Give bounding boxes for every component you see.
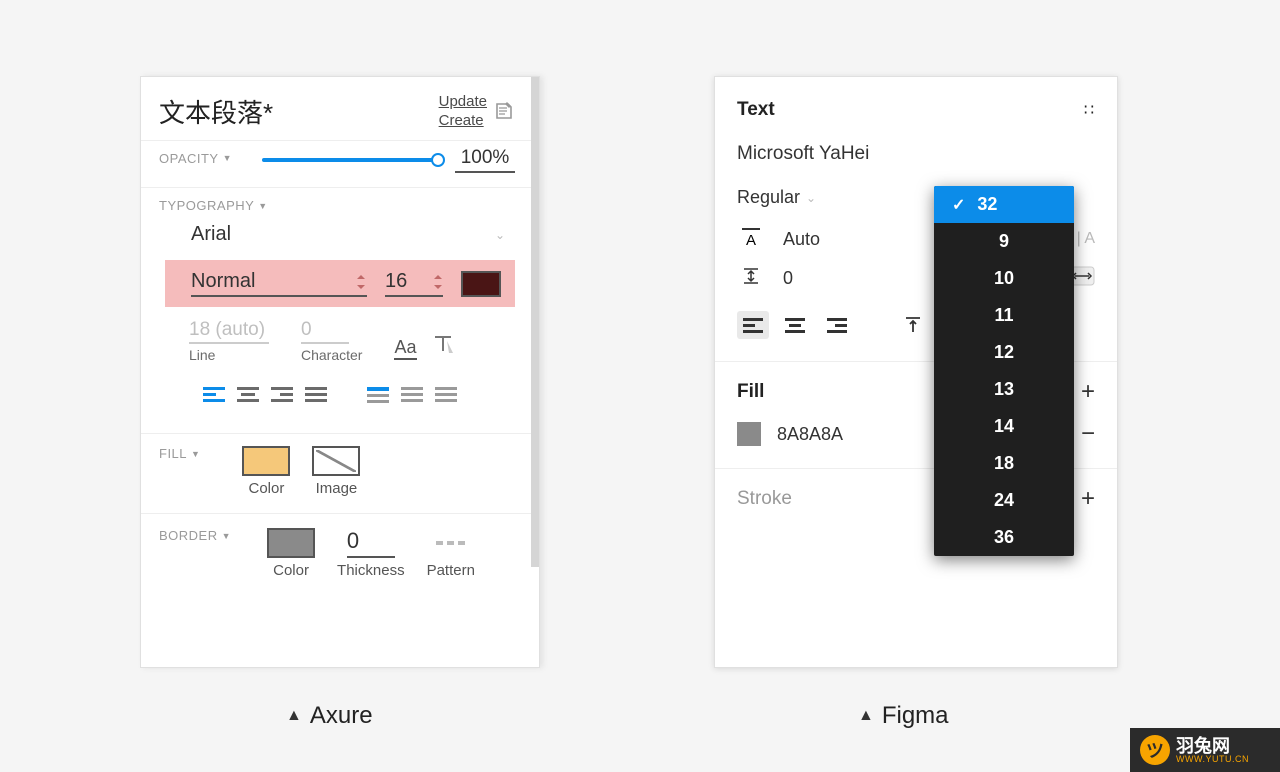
- stepper-icon[interactable]: [433, 274, 443, 290]
- stroke-section-title: Stroke: [737, 488, 792, 510]
- chevron-down-icon: ⌄: [806, 191, 816, 205]
- border-pattern-label: Pattern: [427, 562, 475, 579]
- border-color-swatch[interactable]: [267, 528, 315, 558]
- font-weight-select[interactable]: Normal: [191, 270, 367, 297]
- line-height-icon: A: [737, 228, 765, 250]
- border-color-label: Color: [273, 562, 309, 579]
- dropdown-selected-value: 32: [977, 194, 997, 215]
- paragraph-spacing-icon: [737, 266, 765, 291]
- fill-label-text: FILL: [159, 446, 187, 461]
- character-spacing-input[interactable]: 0: [301, 319, 349, 344]
- text-transform-icon[interactable]: [433, 333, 453, 360]
- axure-panel: 文本段落* Update Create OPACITY ▼ 100%: [140, 76, 540, 668]
- text-case-icon[interactable]: Aa: [394, 337, 416, 360]
- typography-label[interactable]: TYPOGRAPHY ▼: [159, 198, 521, 213]
- dropdown-item[interactable]: 36: [934, 519, 1074, 556]
- dropdown-item[interactable]: 10: [934, 260, 1074, 297]
- fill-image-swatch[interactable]: [312, 446, 360, 476]
- font-family-select[interactable]: Microsoft YaHei: [715, 139, 1117, 179]
- create-link[interactable]: Create: [439, 112, 484, 129]
- border-thickness-input[interactable]: 0: [347, 528, 395, 558]
- dropdown-item[interactable]: 24: [934, 482, 1074, 519]
- add-fill-button[interactable]: +: [1081, 380, 1095, 404]
- dropdown-item[interactable]: 18: [934, 445, 1074, 482]
- fill-label[interactable]: FILL ▼: [159, 446, 200, 461]
- font-name: Arial: [191, 223, 231, 246]
- line-spacing-label: Line: [189, 347, 215, 363]
- triangle-up-icon: ▲: [858, 707, 874, 725]
- add-stroke-button[interactable]: +: [1081, 487, 1095, 511]
- valign-middle-icon[interactable]: [401, 387, 423, 403]
- styles-icon[interactable]: ∷: [1084, 100, 1095, 120]
- watermark-url: WWW.YUTU.CN: [1176, 755, 1249, 764]
- chevron-down-icon: ▼: [223, 153, 232, 163]
- triangle-up-icon: ▲: [286, 707, 302, 725]
- letter-spacing-a-icon: | A: [1077, 230, 1095, 248]
- fill-image-label: Image: [316, 480, 358, 497]
- scrollbar[interactable]: [531, 77, 539, 567]
- fill-hex-input[interactable]: 8A8A8A: [777, 424, 843, 445]
- opacity-input[interactable]: 100%: [455, 147, 515, 173]
- font-color-swatch[interactable]: [461, 271, 501, 297]
- paragraph-spacing-input[interactable]: 0: [783, 268, 793, 289]
- line-height-input[interactable]: Auto: [783, 229, 820, 250]
- valign-bottom-icon[interactable]: [435, 387, 457, 403]
- stepper-icon[interactable]: [355, 273, 367, 291]
- font-style-row-highlight: Normal 16: [165, 260, 515, 307]
- border-thickness-label: Thickness: [337, 562, 405, 579]
- dropdown-item[interactable]: 12: [934, 334, 1074, 371]
- dropdown-item[interactable]: 13: [934, 371, 1074, 408]
- font-weight-value: Regular: [737, 187, 800, 208]
- font-weight-value: Normal: [191, 270, 255, 293]
- watermark: ツ 羽兔网 WWW.YUTU.CN: [1130, 728, 1280, 772]
- align-left-icon[interactable]: [203, 387, 225, 403]
- fill-color-label: Color: [249, 480, 285, 497]
- border-pattern-select[interactable]: [427, 528, 475, 558]
- font-weight-select[interactable]: Regular ⌄: [737, 187, 816, 208]
- typography-label-text: TYPOGRAPHY: [159, 198, 254, 213]
- line-spacing-input[interactable]: 18 (auto): [189, 319, 269, 344]
- panel-title: 文本段落*: [159, 93, 273, 130]
- watermark-name: 羽兔网: [1176, 737, 1249, 755]
- figma-caption-text: Figma: [882, 702, 949, 730]
- border-label[interactable]: BORDER ▼: [159, 528, 231, 543]
- figma-caption: ▲ Figma: [858, 702, 949, 730]
- align-top-button[interactable]: [897, 311, 929, 339]
- font-size-value: 16: [385, 270, 407, 293]
- character-spacing-label: Character: [301, 347, 362, 363]
- chevron-down-icon: ▼: [191, 449, 200, 459]
- align-right-icon[interactable]: [271, 387, 293, 403]
- note-icon[interactable]: [493, 100, 515, 122]
- opacity-slider[interactable]: [262, 148, 445, 172]
- opacity-label-text: OPACITY: [159, 151, 219, 166]
- align-justify-icon[interactable]: [305, 387, 327, 403]
- check-icon: ✓: [952, 195, 965, 215]
- fill-section-title: Fill: [737, 381, 764, 403]
- border-label-text: BORDER: [159, 528, 218, 543]
- chevron-down-icon: ⌄: [495, 228, 505, 242]
- dropdown-item-selected[interactable]: ✓ 32: [934, 186, 1074, 223]
- align-left-button[interactable]: [737, 311, 769, 339]
- chevron-down-icon: ▼: [222, 531, 231, 541]
- axure-caption-text: Axure: [310, 702, 373, 730]
- axure-caption: ▲ Axure: [286, 702, 373, 730]
- valign-top-icon[interactable]: [367, 387, 389, 403]
- align-right-button[interactable]: [821, 311, 853, 339]
- fill-color-swatch[interactable]: [242, 446, 290, 476]
- opacity-label[interactable]: OPACITY ▼: [159, 151, 232, 166]
- update-link[interactable]: Update: [439, 93, 487, 110]
- dropdown-item[interactable]: 14: [934, 408, 1074, 445]
- font-size-dropdown: ✓ 32 9 10 11 12 13 14 18 24 36: [934, 186, 1074, 556]
- watermark-logo-icon: ツ: [1140, 735, 1170, 765]
- text-section-title: Text: [737, 99, 775, 121]
- chevron-down-icon: ▼: [258, 201, 267, 211]
- font-select[interactable]: Arial ⌄: [165, 219, 515, 250]
- dropdown-item[interactable]: 9: [934, 223, 1074, 260]
- remove-fill-button[interactable]: −: [1081, 422, 1095, 446]
- align-center-button[interactable]: [779, 311, 811, 339]
- fill-color-swatch[interactable]: [737, 422, 761, 446]
- align-center-icon[interactable]: [237, 387, 259, 403]
- dropdown-item[interactable]: 11: [934, 297, 1074, 334]
- font-size-input[interactable]: 16: [385, 270, 443, 297]
